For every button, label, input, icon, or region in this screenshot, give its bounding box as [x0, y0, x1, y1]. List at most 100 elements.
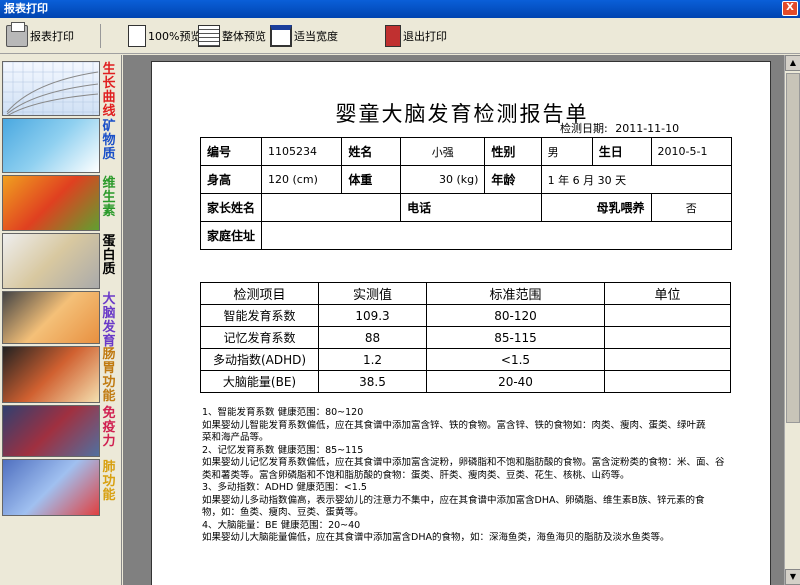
page-icon: [128, 25, 146, 47]
breastfeed-value: 否: [650, 193, 733, 222]
report-preview-area[interactable]: 婴童大脑发育检测报告单 检测日期: 2011-11-10 编号 1105234 …: [123, 55, 800, 585]
immunity-thumbnail[interactable]: [2, 405, 100, 457]
note-line: 4、大脑能量：BE 健康范围：20~40: [202, 519, 361, 531]
fit-width-button[interactable]: 适当宽度: [270, 22, 338, 50]
lung-function-thumbnail[interactable]: [2, 459, 100, 516]
sidebar-label-char: 矿: [102, 119, 116, 134]
sidebar-label-char: 免: [102, 406, 116, 421]
scroll-up-icon[interactable]: ▲: [785, 55, 800, 71]
growth-curve-thumbnail[interactable]: [2, 61, 100, 116]
digestion-thumbnail[interactable]: [2, 346, 100, 403]
print-report-label: 报表打印: [30, 30, 74, 43]
sidebar-label-char: 肺: [102, 460, 116, 475]
sidebar-item-label[interactable]: 大脑发育: [100, 291, 118, 349]
sidebar-label-char: 能: [102, 389, 116, 404]
sidebar-item[interactable]: 维生素: [2, 175, 120, 231]
sidebar-label-char: 长: [102, 76, 116, 91]
test-unit: [604, 304, 731, 327]
sidebar-item[interactable]: 生长曲线: [2, 61, 120, 119]
test-date-value: 2011-11-10: [615, 122, 680, 135]
sidebar-label-char: 素: [102, 204, 116, 219]
sidebar-item[interactable]: 肺功能: [2, 459, 120, 516]
table-row: 智能发育系数 109.3 80-120: [200, 304, 731, 327]
name-label: 姓名: [341, 137, 402, 166]
table-row: 大脑能量(BE) 38.5 20-40: [200, 370, 731, 393]
multi-page-icon: [198, 25, 220, 47]
scroll-down-icon[interactable]: ▼: [785, 569, 800, 585]
gender-label: 性别: [484, 137, 542, 166]
sidebar-label-char: 发: [102, 320, 116, 335]
test-range: <1.5: [426, 348, 605, 371]
test-item: 大脑能量(BE): [200, 370, 319, 393]
test-value: 1.2: [318, 348, 427, 371]
sidebar-label-char: 质: [102, 147, 116, 162]
sidebar-item-label[interactable]: 维生素: [100, 175, 118, 231]
scroll-thumb[interactable]: [786, 73, 800, 423]
col-header-range: 标准范围: [426, 282, 605, 305]
note-line: 如果婴幼儿大脑能量偏低，应在其食谱中添加富含DHA的食物，如：深海鱼类，海鱼海贝…: [202, 532, 670, 543]
age-value: 1 年 6 月 30 天: [540, 165, 733, 194]
sidebar-label-char: 能: [102, 488, 116, 503]
note-line: 物，如：鱼类、瘦肉、豆类、蛋黄等。: [202, 507, 364, 518]
sidebar-item[interactable]: 蛋白质: [2, 233, 120, 289]
sidebar-label-char: 脑: [102, 306, 116, 321]
exit-print-button[interactable]: 退出打印: [385, 22, 447, 50]
weight-value: 30 (kg): [400, 165, 486, 194]
report-page: 婴童大脑发育检测报告单 检测日期: 2011-11-10 编号 1105234 …: [151, 61, 771, 585]
sidebar-item[interactable]: 矿物质: [2, 118, 120, 173]
test-value: 38.5: [318, 370, 427, 393]
vertical-scrollbar[interactable]: ▲ ▼: [784, 55, 800, 585]
id-label: 编号: [199, 137, 263, 166]
health-notes: 1、智能发育系数 健康范围：80~120 如果婴幼儿智能发育系数偏低，应在其食谱中…: [202, 407, 772, 545]
zoom-100-button[interactable]: 100%预览: [128, 22, 201, 50]
vitamins-thumbnail[interactable]: [2, 175, 100, 231]
sidebar-item[interactable]: 免疫力: [2, 405, 120, 457]
sidebar-item-label[interactable]: 肠胃功能: [100, 346, 118, 404]
test-results-table: 检测项目 实测值 标准范围 单位 智能发育系数 109.3 80-120 记忆发…: [200, 282, 731, 393]
sidebar-item-label[interactable]: 矿物质: [100, 118, 118, 173]
note-line: 3、多动指数：ADHD 健康范围：<1.5: [202, 482, 367, 493]
table-row: 记忆发育系数 88 85-115: [200, 326, 731, 349]
breastfeed-label: 母乳喂养: [540, 193, 652, 222]
brain-development-thumbnail[interactable]: [2, 291, 100, 344]
patient-info-table: 编号 1105234 姓名 小强 性别 男 生日 2010-5-1 身高 120…: [199, 137, 733, 250]
sidebar-label-char: 物: [102, 133, 116, 148]
col-header-item: 检测项目: [200, 282, 319, 305]
sidebar-label-char: 力: [102, 434, 116, 449]
full-page-preview-label: 整体预览: [222, 30, 266, 43]
sidebar-label-char: 质: [102, 262, 116, 277]
address-label: 家庭住址: [199, 221, 263, 250]
sidebar-item[interactable]: 肠胃功能: [2, 346, 120, 404]
zoom-100-label: 100%预览: [148, 30, 202, 43]
sidebar-label-char: 疫: [102, 420, 116, 435]
minerals-thumbnail[interactable]: [2, 118, 100, 173]
note-line: 如果婴幼儿记忆发育系数偏低，应在其食谱中添加富含淀粉，卵磷脂和不饱和脂肪酸的食物…: [202, 457, 725, 468]
note-line: 1、智能发育系数 健康范围：80~120: [202, 407, 364, 418]
sidebar-item[interactable]: 大脑发育: [2, 291, 120, 349]
sidebar-label-char: 生: [102, 62, 116, 77]
window-title: 报表打印: [4, 2, 48, 15]
birth-value: 2010-5-1: [650, 137, 733, 166]
sidebar-label-char: 功: [102, 474, 116, 489]
close-button[interactable]: X: [782, 1, 798, 16]
sidebar-item-label[interactable]: 肺功能: [100, 459, 118, 516]
test-unit: [604, 326, 731, 349]
toolbar-separator: [100, 24, 101, 48]
sidebar-item-label[interactable]: 免疫力: [100, 405, 118, 457]
sidebar-label-char: 白: [102, 248, 116, 263]
height-value: 120 (cm): [261, 165, 343, 194]
note-line: 如果婴幼儿多动指数偏高，表示婴幼儿的注意力不集中，应在其食谱中添加富含DHA、卵…: [202, 494, 705, 506]
print-report-button[interactable]: 报表打印: [6, 22, 74, 50]
test-unit: [604, 348, 731, 371]
full-page-preview-button[interactable]: 整体预览: [198, 22, 266, 50]
birth-label: 生日: [591, 137, 652, 166]
toolbar: 报表打印 100%预览 整体预览 适当宽度 退出打印: [0, 18, 800, 54]
note-line: 如果婴幼儿智能发育系数偏低，应在其食谱中添加富含锌、铁的食物。富含锌、铁的食物如…: [202, 419, 706, 431]
sidebar-item-label[interactable]: 生长曲线: [100, 61, 118, 119]
fit-width-label: 适当宽度: [294, 30, 338, 43]
sidebar-label-char: 线: [102, 104, 116, 119]
test-value: 109.3: [318, 304, 427, 327]
sidebar-item-label[interactable]: 蛋白质: [100, 233, 118, 289]
height-label: 身高: [199, 165, 263, 194]
protein-thumbnail[interactable]: [2, 233, 100, 289]
